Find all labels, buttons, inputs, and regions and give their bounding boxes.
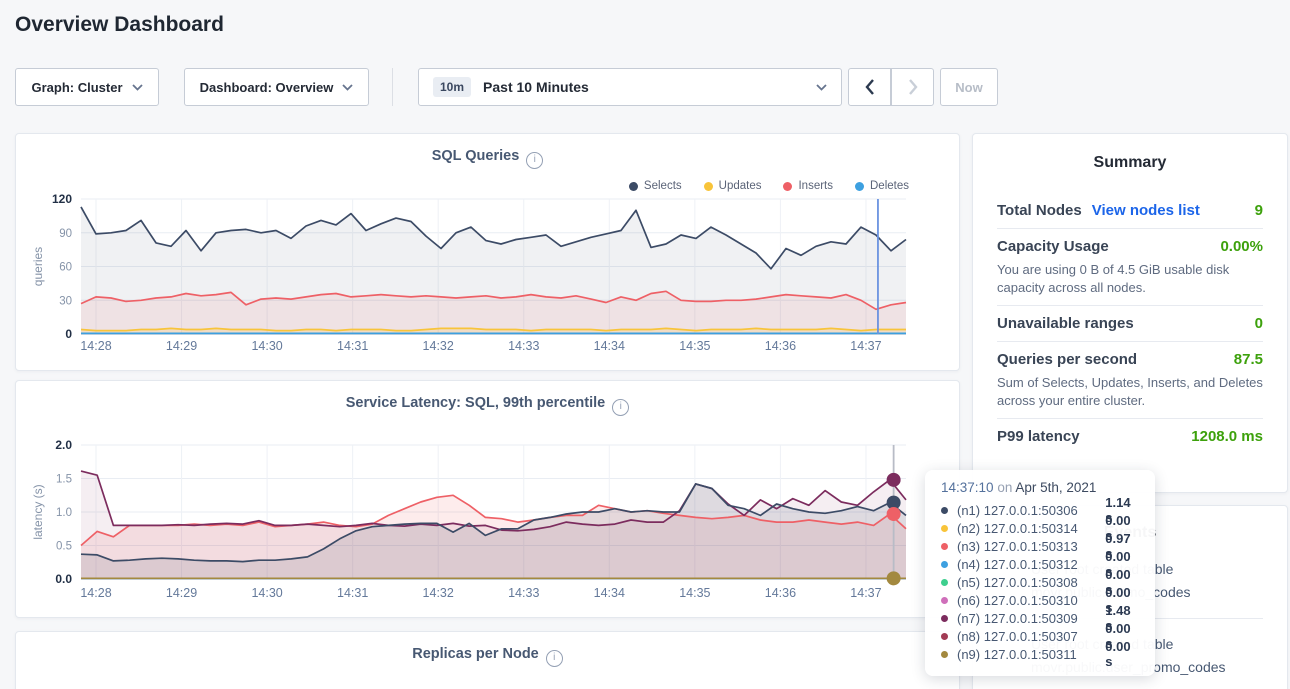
svg-text:14:34: 14:34 bbox=[594, 586, 625, 600]
summary-row-qps: Queries per second 87.5 bbox=[997, 351, 1263, 368]
divider bbox=[997, 341, 1263, 342]
overview-dashboard-page: Overview Dashboard Graph: Cluster Dashbo… bbox=[0, 0, 1290, 689]
svg-text:14:31: 14:31 bbox=[337, 339, 368, 353]
svg-text:14:30: 14:30 bbox=[251, 586, 282, 600]
chevron-down-icon bbox=[342, 84, 353, 91]
next-time-button[interactable] bbox=[891, 68, 934, 106]
summary-label: Total Nodes bbox=[997, 202, 1082, 219]
sql-queries-chart[interactable]: 0 30 60 90 120 queries 14:28 14:29 14:30 14:31 14:… bbox=[16, 134, 959, 370]
replicas-per-node-card: Replicas per Node i bbox=[15, 631, 960, 689]
graph-dropdown-label: Graph: Cluster bbox=[31, 80, 122, 95]
svg-text:1.0: 1.0 bbox=[56, 507, 72, 519]
svg-text:14:37: 14:37 bbox=[850, 339, 881, 353]
svg-text:14:35: 14:35 bbox=[679, 586, 710, 600]
now-button[interactable]: Now bbox=[940, 68, 998, 106]
chevron-down-icon bbox=[816, 84, 827, 91]
svg-text:14:31: 14:31 bbox=[337, 586, 368, 600]
svg-text:120: 120 bbox=[52, 192, 72, 206]
events-panel: Events User root created table movr.publ… bbox=[972, 505, 1288, 689]
toolbar-divider bbox=[392, 68, 393, 106]
svg-text:0: 0 bbox=[65, 327, 72, 341]
time-step-buttons bbox=[848, 68, 934, 106]
event-item[interactable]: User root created table movr.public.user… bbox=[997, 633, 1263, 679]
summary-panel: Summary Total Nodes View nodes list 9 Ca… bbox=[972, 133, 1288, 493]
previous-time-button[interactable] bbox=[848, 68, 891, 106]
svg-text:90: 90 bbox=[59, 228, 72, 240]
replicas-per-node-title: Replicas per Node i bbox=[16, 646, 959, 667]
event-item[interactable]: User root created table movr.public.prom… bbox=[997, 558, 1263, 604]
divider bbox=[997, 418, 1263, 419]
summary-label: P99 latency bbox=[997, 428, 1080, 445]
chart-title-text: Replicas per Node bbox=[412, 646, 539, 662]
svg-text:14:33: 14:33 bbox=[508, 586, 539, 600]
divider bbox=[997, 305, 1263, 306]
time-range-label: Past 10 Minutes bbox=[483, 79, 589, 95]
service-latency-card: Service Latency: SQL, 99th percentilei 0… bbox=[15, 380, 960, 618]
summary-label: Unavailable ranges bbox=[997, 315, 1134, 332]
svg-text:2.0: 2.0 bbox=[55, 438, 72, 452]
svg-text:14:32: 14:32 bbox=[423, 339, 454, 353]
qps-subtext: Sum of Selects, Updates, Inserts, and De… bbox=[997, 374, 1263, 409]
svg-text:14:36: 14:36 bbox=[765, 586, 796, 600]
svg-text:14:32: 14:32 bbox=[423, 586, 454, 600]
svg-text:30: 30 bbox=[59, 295, 72, 307]
dashboard-dropdown-label: Dashboard: Overview bbox=[200, 80, 334, 95]
summary-row-capacity: Capacity Usage 0.00% bbox=[997, 238, 1263, 255]
time-range-selector[interactable]: 10m Past 10 Minutes bbox=[418, 68, 842, 106]
divider bbox=[997, 228, 1263, 229]
svg-text:latency (s): latency (s) bbox=[31, 484, 45, 539]
svg-text:0.0: 0.0 bbox=[55, 572, 72, 586]
graph-dropdown[interactable]: Graph: Cluster bbox=[15, 68, 159, 106]
summary-value: 0.00% bbox=[1220, 238, 1263, 255]
time-range-badge: 10m bbox=[433, 77, 471, 97]
summary-value: 1208.0 ms bbox=[1191, 428, 1263, 445]
chevron-down-icon bbox=[132, 84, 143, 91]
svg-text:14:29: 14:29 bbox=[166, 586, 197, 600]
svg-text:0.5: 0.5 bbox=[56, 541, 72, 553]
svg-text:1.5: 1.5 bbox=[56, 474, 72, 486]
summary-row-unavailable: Unavailable ranges 0 bbox=[997, 315, 1263, 332]
summary-label: Queries per second bbox=[997, 351, 1137, 368]
svg-text:14:37: 14:37 bbox=[850, 586, 881, 600]
svg-text:14:30: 14:30 bbox=[251, 339, 282, 353]
service-latency-chart[interactable]: 0.0 0.5 1.0 1.5 2.0 latency (s) 14:28 14:29 14:3… bbox=[16, 381, 959, 617]
svg-text:60: 60 bbox=[59, 262, 72, 274]
svg-text:14:34: 14:34 bbox=[594, 339, 625, 353]
chevron-right-icon bbox=[907, 78, 919, 96]
summary-label: Capacity Usage bbox=[997, 238, 1109, 255]
summary-value: 0 bbox=[1255, 315, 1263, 332]
svg-text:14:35: 14:35 bbox=[679, 339, 710, 353]
summary-row-total-nodes: Total Nodes View nodes list 9 bbox=[997, 202, 1263, 219]
svg-text:14:28: 14:28 bbox=[80, 339, 111, 353]
svg-text:14:36: 14:36 bbox=[765, 339, 796, 353]
capacity-subtext: You are using 0 B of 4.5 GiB usable disk… bbox=[997, 261, 1263, 296]
chevron-left-icon bbox=[864, 78, 876, 96]
dashboard-dropdown[interactable]: Dashboard: Overview bbox=[184, 68, 369, 106]
summary-row-p99: P99 latency 1208.0 ms bbox=[997, 428, 1263, 445]
divider bbox=[997, 618, 1263, 619]
svg-text:14:29: 14:29 bbox=[166, 339, 197, 353]
events-title: Events bbox=[997, 524, 1263, 542]
svg-text:queries: queries bbox=[31, 247, 45, 286]
summary-title: Summary bbox=[997, 154, 1263, 172]
info-icon[interactable]: i bbox=[546, 650, 563, 667]
summary-value: 9 bbox=[1255, 202, 1263, 219]
svg-text:14:28: 14:28 bbox=[80, 586, 111, 600]
summary-value: 87.5 bbox=[1234, 351, 1263, 368]
sql-queries-card: SQL Queriesi Selects Updates Inserts Del… bbox=[15, 133, 960, 371]
svg-text:14:33: 14:33 bbox=[508, 339, 539, 353]
view-nodes-list-link[interactable]: View nodes list bbox=[1092, 202, 1200, 219]
page-title: Overview Dashboard bbox=[15, 13, 224, 37]
